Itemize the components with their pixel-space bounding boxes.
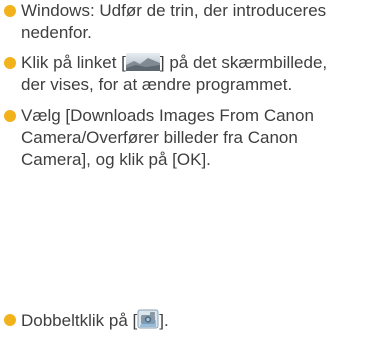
instruction-text: Klik på linket [ [21, 53, 126, 72]
instruction-line: Windows: Udfør de trin, der introduceres [21, 1, 327, 20]
camera-software-icon [137, 309, 159, 329]
instruction-line: Klik på linket [ ] på det skærmbillede, [21, 52, 387, 74]
landscape-photo-icon [125, 53, 160, 71]
bullet-dot-icon [4, 5, 16, 17]
instruction-line: Camera], og klik på [OK]. [21, 150, 211, 169]
instruction-text: Dobbeltklik på [ [21, 311, 138, 330]
bullet-dot-icon [4, 57, 16, 69]
instruction-line: Dobbeltklik på [ ]. [21, 309, 387, 332]
instruction-line: Vælg [Downloads Images From Canon [21, 106, 314, 125]
bullet-dot-icon [4, 110, 16, 122]
instruction-text: ] på det skærmbillede, [159, 53, 328, 72]
instruction-line: der vises, for at ændre programmet. [21, 75, 293, 94]
instruction-line: Camera/Overfører billeder fra Canon [21, 128, 298, 147]
instruction-line: nedenfor. [21, 23, 92, 42]
bullet-dot-icon [4, 314, 16, 326]
instruction-text: ]. [159, 311, 169, 330]
